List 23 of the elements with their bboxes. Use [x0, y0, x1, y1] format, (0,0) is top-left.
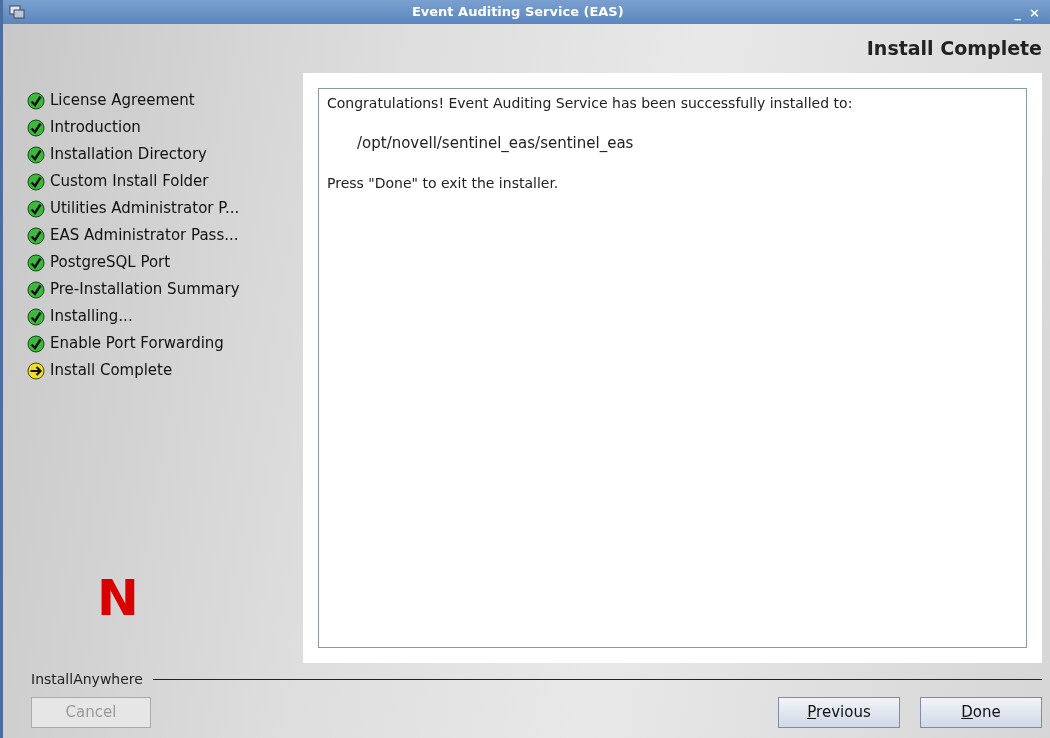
step-label: Utilities Administrator P... [50, 198, 240, 220]
app-icon [9, 5, 25, 19]
step-label: Installation Directory [50, 144, 207, 166]
close-button[interactable]: × [1025, 5, 1044, 19]
done-button[interactable]: Done [920, 697, 1042, 728]
message-text: Congratulations! Event Auditing Service has been successfully installed to: [327, 94, 854, 113]
message-text: Press "Done" to exit the installer. [327, 173, 560, 193]
step-label: EAS Administrator Pass... [50, 225, 239, 247]
step-label: License Agreement [50, 90, 195, 112]
page-title: Install Complete [866, 36, 1042, 62]
window-title: Event Auditing Service (EAS) [410, 3, 625, 22]
minimize-button[interactable]: _ [1010, 5, 1026, 19]
step-label: Enable Port Forwarding [50, 333, 224, 355]
step-label: Custom Install Folder [50, 171, 209, 193]
step-label: Install Complete [50, 360, 173, 382]
logo: N [97, 573, 139, 623]
step-label: Installing... [50, 306, 133, 328]
step-label: PostgreSQL Port [50, 252, 171, 274]
install-path: /opt/novell/sentinel_eas/sentinel_eas [356, 133, 635, 154]
step-label: Introduction [50, 117, 141, 139]
step-label: Pre-Installation Summary [50, 279, 240, 301]
footer-label: InstallAnywhere [31, 669, 143, 689]
previous-button[interactable]: Previous [778, 697, 900, 728]
